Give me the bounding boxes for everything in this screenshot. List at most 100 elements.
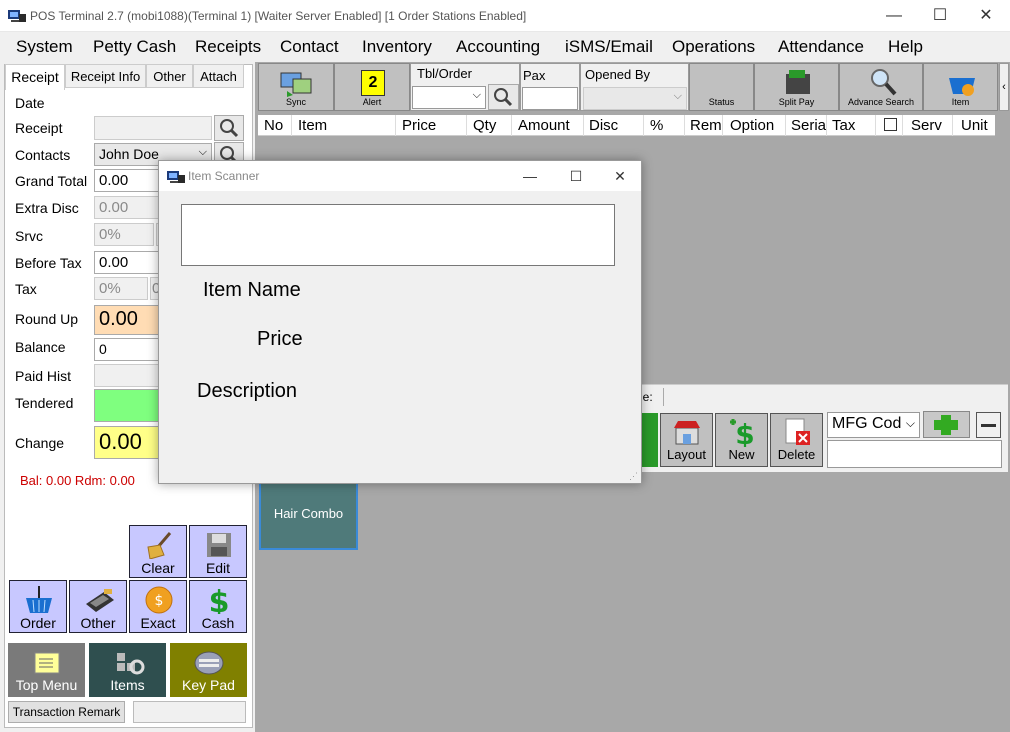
scan-input[interactable] (181, 204, 615, 266)
items-label: Items (110, 677, 145, 693)
advance-search-label: Advance Search (847, 97, 915, 107)
minimize-button[interactable]: — (871, 0, 917, 31)
menu-contact[interactable]: Contact (280, 37, 339, 57)
menu-isms-email[interactable]: iSMS/Email (565, 37, 653, 57)
menu-operations[interactable]: Operations (672, 37, 755, 57)
transaction-remark-button[interactable]: Transaction Remark (8, 701, 125, 723)
item-tiles-area (258, 472, 1008, 730)
key-pad-label: Key Pad (182, 677, 235, 693)
advance-search-button[interactable]: Advance Search (839, 63, 923, 111)
status-button[interactable]: Status (689, 63, 754, 111)
app-icon (167, 171, 185, 183)
contacts-value: John Doe (99, 146, 159, 162)
svg-text:$: $ (735, 418, 754, 447)
split-pay-button[interactable]: Split Pay (754, 63, 839, 111)
receipt-field[interactable] (94, 116, 212, 140)
item-button[interactable]: Item (923, 63, 998, 111)
col-serv[interactable]: Serv (911, 117, 942, 134)
menu-attendance[interactable]: Attendance (778, 37, 864, 57)
delete-button[interactable]: Delete (770, 413, 823, 467)
receipt-search-button[interactable] (214, 115, 244, 141)
srvc-field[interactable]: 0% (94, 223, 154, 246)
col-percent[interactable]: % (650, 117, 663, 134)
notes-icon (34, 652, 60, 674)
gear-icon (117, 653, 145, 675)
item-tile-hair-combo[interactable]: Hair Combo (259, 474, 358, 550)
mfg-code-select[interactable]: MFG Cod ⌵ (827, 412, 920, 438)
dialog-maximize-button[interactable]: ☐ (553, 161, 599, 191)
col-no[interactable]: No (264, 117, 283, 134)
new-dollar-icon: $ (730, 418, 755, 447)
tbl-order-search-button[interactable] (488, 84, 519, 110)
top-menu-button[interactable]: Top Menu (8, 643, 85, 697)
col-tax[interactable]: Tax (832, 117, 855, 134)
paid-hist-field[interactable] (94, 364, 160, 387)
order-button[interactable]: Order (9, 580, 67, 633)
sync-button[interactable]: Sync (258, 63, 334, 111)
maximize-button[interactable]: ☐ (917, 0, 963, 31)
alert-button[interactable]: 2 Alert (334, 63, 410, 111)
resize-grip-icon[interactable]: ⋰ (629, 471, 638, 482)
transaction-remark-field[interactable] (133, 701, 246, 723)
edit-button[interactable]: Edit (189, 525, 247, 578)
menu-system[interactable]: System (16, 37, 73, 57)
item-label: Item (951, 97, 970, 107)
extra-disc-field[interactable]: 0.00 (94, 196, 160, 219)
col-amount[interactable]: Amount (518, 117, 570, 134)
tab-receipt-info[interactable]: Receipt Info (65, 64, 146, 88)
close-button[interactable]: ✕ (963, 0, 1009, 31)
contacts-label: Contacts (15, 147, 71, 163)
menu-inventory[interactable]: Inventory (362, 37, 432, 57)
tendered-field[interactable] (94, 389, 160, 422)
col-price[interactable]: Price (402, 117, 436, 134)
toolbar-scroll-left-button[interactable]: ‹ (999, 63, 1009, 111)
menu-help[interactable]: Help (888, 37, 923, 57)
new-item-button[interactable]: $ New (715, 413, 768, 467)
menu-accounting[interactable]: Accounting (456, 37, 540, 57)
plus-icon (934, 415, 958, 435)
clear-button[interactable]: Clear (129, 525, 187, 578)
tab-other[interactable]: Other (146, 64, 193, 88)
opened-by-select[interactable]: ⌵ (583, 87, 687, 110)
cash-button[interactable]: $ Cash (189, 580, 247, 633)
col-unit[interactable]: Unit (961, 117, 988, 134)
basket-icon (26, 586, 52, 613)
layout-button[interactable]: Layout (660, 413, 713, 467)
srvc-label: Srvc (15, 228, 43, 244)
menu-receipts[interactable]: Receipts (195, 37, 261, 57)
col-qty[interactable]: Qty (473, 117, 496, 134)
key-pad-button[interactable]: Key Pad (170, 643, 247, 697)
other-payment-button[interactable]: Other (69, 580, 127, 633)
dialog-close-button[interactable]: ✕ (597, 161, 643, 191)
delete-label: Delete (777, 447, 816, 462)
tab-receipt[interactable]: Receipt (5, 64, 65, 90)
coin-icon: $ (145, 586, 173, 614)
tax-field[interactable]: 0% (94, 277, 148, 300)
add-button[interactable] (923, 411, 970, 438)
card-terminal-icon (86, 589, 114, 612)
menu-petty-cash[interactable]: Petty Cash (93, 37, 176, 57)
window-title: POS Terminal 2.7 (mobi1088)(Terminal 1) … (30, 9, 527, 23)
broom-icon (147, 532, 172, 559)
pax-input[interactable] (522, 87, 578, 110)
dialog-minimize-button[interactable]: — (507, 161, 553, 191)
mfg-code-input[interactable] (827, 440, 1002, 468)
remove-button[interactable] (976, 412, 1001, 438)
tab-attach[interactable]: Attach (193, 64, 244, 88)
col-disc[interactable]: Disc (589, 117, 618, 134)
grand-total-label: Grand Total (15, 173, 88, 189)
split-pay-label: Split Pay (778, 97, 815, 107)
col-item[interactable]: Item (298, 117, 327, 134)
clear-label: Clear (141, 560, 175, 576)
col-rem[interactable]: Rem (690, 117, 722, 134)
svg-text:$: $ (209, 586, 230, 614)
items-button[interactable]: Items (89, 643, 166, 697)
layout-label: Layout (666, 447, 707, 462)
exact-button[interactable]: $ Exact (129, 580, 187, 633)
tbl-order-select[interactable]: ⌵ (412, 86, 486, 109)
col-serial[interactable]: Seria (791, 117, 826, 134)
balance-label: Balance (15, 339, 66, 355)
balance-redeem-text: Bal: 0.00 Rdm: 0.00 (20, 473, 135, 488)
col-option[interactable]: Option (730, 117, 774, 134)
select-all-checkbox[interactable] (884, 118, 897, 131)
